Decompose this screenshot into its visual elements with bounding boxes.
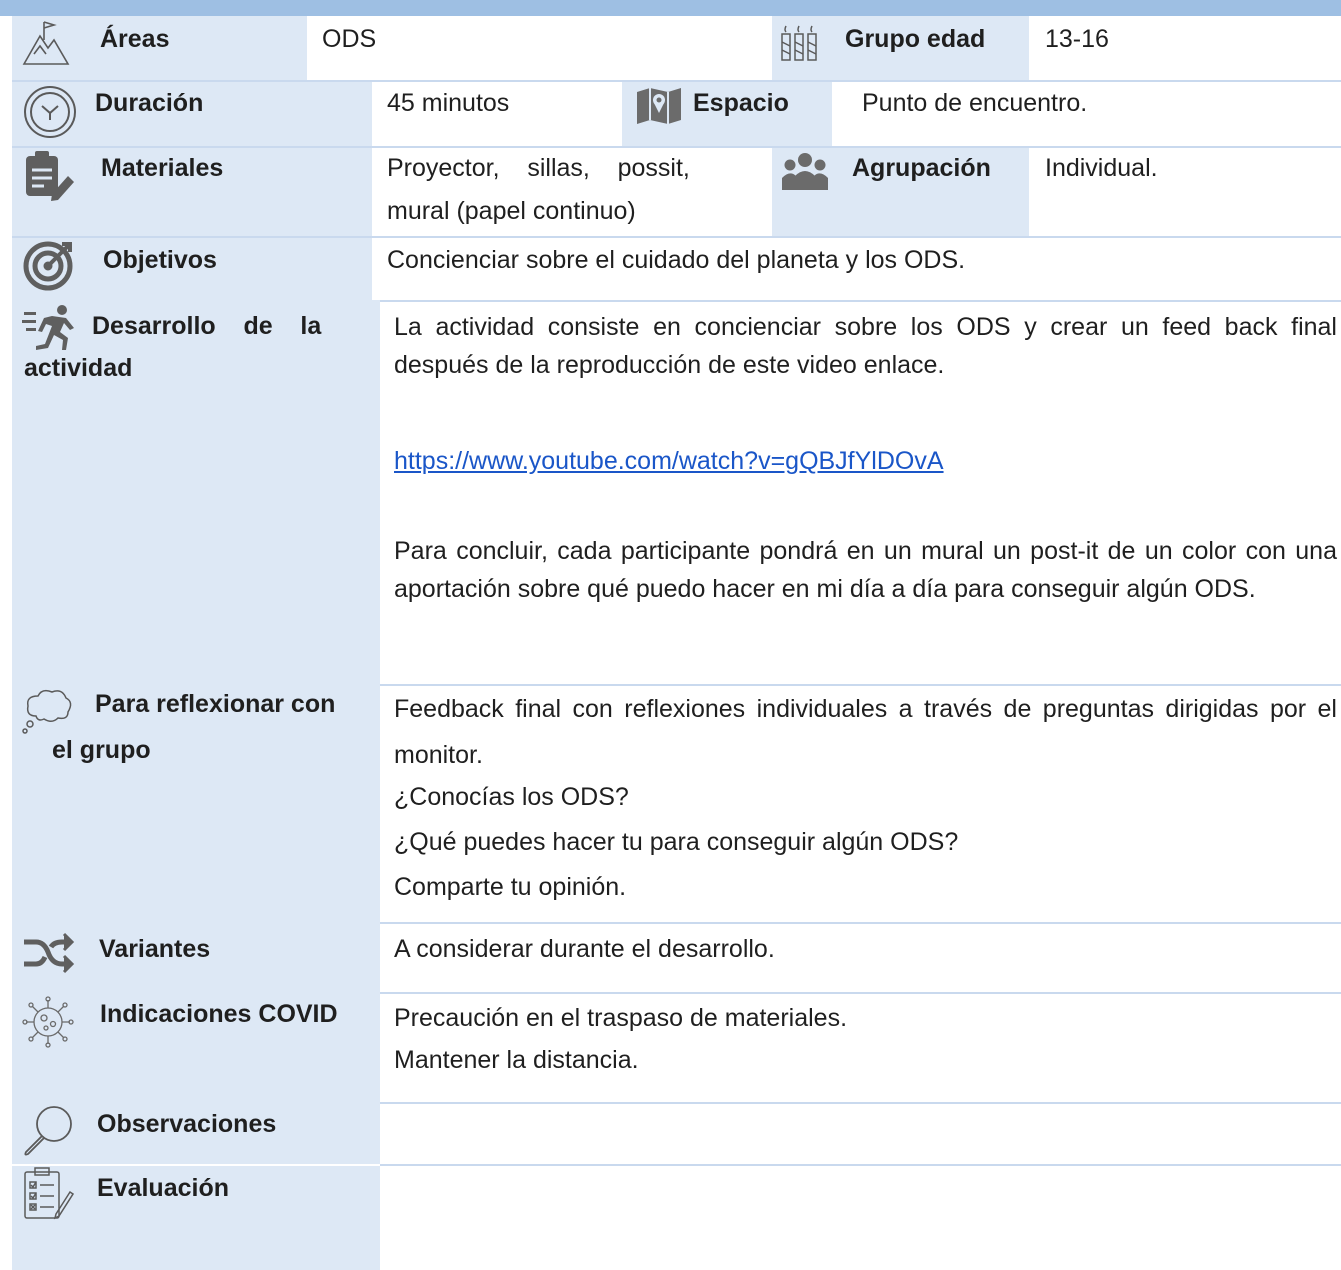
- value-objetivos: Concienciar sobre el cuidado del planeta…: [387, 246, 966, 274]
- reflexionar-question-1: ¿Conocías los ODS?: [394, 783, 629, 811]
- mountain-flag-icon: [20, 18, 72, 70]
- magnifier-icon: [20, 1104, 76, 1160]
- target-icon: [22, 238, 76, 292]
- value-grupo-edad: 13-16: [1045, 25, 1109, 53]
- runner-icon: [22, 304, 84, 354]
- label-espacio: Espacio: [693, 89, 789, 117]
- desarrollo-paragraph-2: Para concluir, cada participante pondrá …: [394, 537, 1337, 603]
- video-link[interactable]: https://www.youtube.com/watch?v=gQBJfYlD…: [394, 445, 944, 477]
- label-objetivos: Objetivos: [103, 246, 217, 274]
- shuffle-icon: [22, 930, 76, 976]
- reflexionar-question-3: Comparte tu opinión.: [394, 873, 627, 901]
- value-agrupacion: Individual.: [1045, 154, 1158, 182]
- thought-bubble-icon: [20, 686, 76, 734]
- row-divider: [380, 1102, 1341, 1104]
- label-areas: Áreas: [100, 25, 170, 53]
- value-espacio: Punto de encuentro.: [862, 89, 1088, 117]
- row-divider: [380, 922, 1341, 924]
- map-icon: [635, 86, 683, 126]
- label-desarrollo-line1: Desarrollo de la: [92, 312, 322, 340]
- value-materiales-line1: Proyector, sillas, possit,: [387, 154, 690, 182]
- value-areas: ODS: [322, 25, 377, 53]
- label-evaluacion: Evaluación: [97, 1174, 229, 1202]
- desarrollo-paragraph-1: La actividad consiste en concienciar sob…: [394, 313, 1337, 379]
- candles-icon: [778, 22, 820, 64]
- row-divider: [372, 300, 1341, 302]
- label-observaciones: Observaciones: [97, 1110, 277, 1138]
- reflexionar-paragraph: Feedback final con reflexiones individua…: [394, 695, 1337, 769]
- label-agrupacion: Agrupación: [852, 154, 991, 182]
- row-divider: [380, 992, 1341, 994]
- virus-icon: [20, 994, 76, 1050]
- group-icon: [780, 152, 830, 192]
- clock-icon: [22, 84, 78, 140]
- value-covid-line2: Mantener la distancia.: [394, 1046, 639, 1074]
- label-materiales: Materiales: [101, 154, 224, 182]
- value-variantes: A considerar durante el desarrollo.: [394, 935, 775, 963]
- label-covid: Indicaciones COVID: [100, 1000, 338, 1028]
- reflexionar-question-2: ¿Qué puedes hacer tu para conseguir algú…: [394, 828, 959, 856]
- clipboard-pen-icon: [22, 148, 76, 202]
- label-reflexionar-line1: Para reflexionar con: [95, 690, 336, 718]
- label-duracion: Duración: [95, 89, 204, 117]
- checklist-icon: [22, 1166, 74, 1222]
- label-desarrollo-line2: actividad: [24, 354, 133, 382]
- value-duracion: 45 minutos: [387, 89, 510, 117]
- label-variantes: Variantes: [99, 935, 211, 963]
- label-reflexionar-line2: el grupo: [52, 736, 151, 764]
- top-bar: [0, 0, 1341, 16]
- label-grupo-edad: Grupo edad: [845, 25, 986, 53]
- row-divider: [380, 1164, 1341, 1166]
- value-materiales-line2: mural (papel continuo): [387, 197, 636, 225]
- value-covid-line1: Precaución en el traspaso de materiales.: [394, 1004, 848, 1032]
